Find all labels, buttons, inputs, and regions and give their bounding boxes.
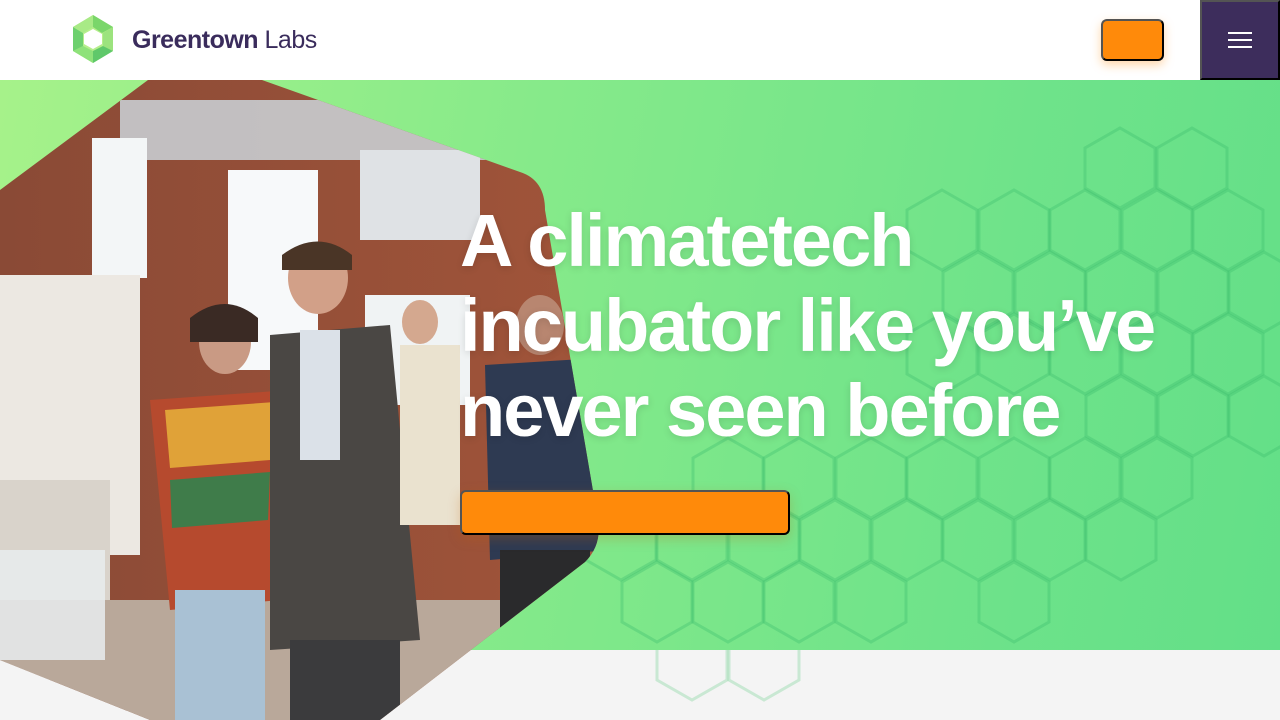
brand-name-light: Labs	[258, 25, 318, 54]
hero-title-line: never seen before	[460, 369, 1061, 452]
hexagon-pattern-icon	[655, 650, 801, 702]
hamburger-menu-icon[interactable]	[1200, 0, 1280, 80]
greentown-logo-icon	[73, 15, 113, 63]
hero-cta-button[interactable]	[460, 490, 790, 535]
hero-title-line: A climatetech	[460, 199, 914, 282]
hero-title-line: incubator like you’ve	[460, 284, 1156, 367]
menu-line	[1228, 46, 1252, 48]
site-header: Greentown Labs	[0, 0, 1280, 80]
menu-line	[1228, 39, 1252, 41]
header-cta-button[interactable]	[1101, 19, 1164, 61]
brand-name-bold: Greentown	[132, 25, 259, 54]
menu-line	[1228, 32, 1252, 34]
brand-name: Greentown Labs	[132, 25, 318, 54]
site-logo[interactable]: Greentown Labs	[64, 13, 317, 67]
hero-title: A climatetech incubator like you’ve neve…	[460, 198, 1200, 453]
